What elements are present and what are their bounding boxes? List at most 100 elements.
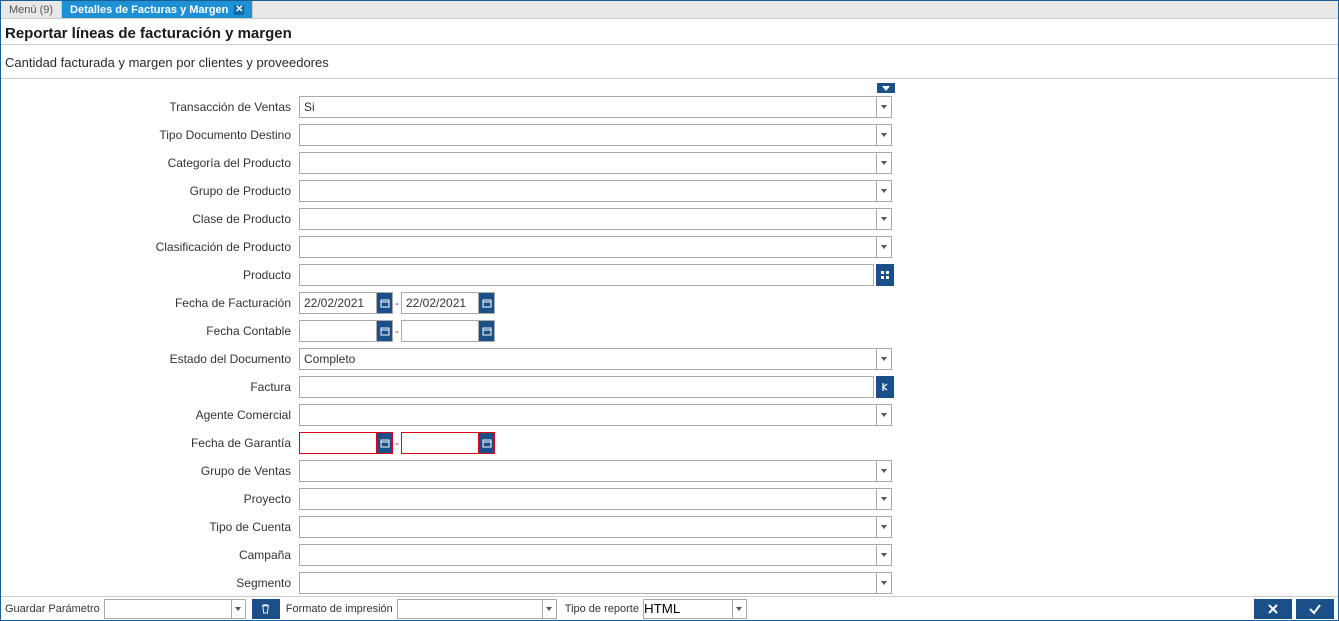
row-campana: Campaña	[1, 543, 1338, 567]
ok-button[interactable]	[1296, 599, 1334, 619]
tab-detalles-facturas[interactable]: Detalles de Facturas y Margen ✕	[62, 1, 253, 18]
label-tipo-cuenta: Tipo de Cuenta	[1, 520, 299, 534]
tipo-reporte-input[interactable]	[643, 599, 733, 619]
producto-lookup-icon[interactable]	[876, 264, 894, 286]
tab-active-label: Detalles de Facturas y Margen	[70, 4, 228, 16]
fecha-garantia-to-calendar-icon[interactable]	[479, 432, 495, 454]
row-fecha-garantia: Fecha de Garantía -	[1, 431, 1338, 455]
range-separator: -	[393, 436, 401, 450]
check-icon	[1308, 603, 1322, 615]
fecha-facturacion-from-input[interactable]	[299, 292, 377, 314]
row-clase-producto: Clase de Producto	[1, 207, 1338, 231]
tipo-cuenta-dropdown-icon[interactable]	[877, 516, 892, 538]
row-fecha-facturacion: Fecha de Facturación -	[1, 291, 1338, 315]
row-clasificacion-producto: Clasificación de Producto	[1, 235, 1338, 259]
range-separator: -	[393, 324, 401, 338]
label-campana: Campaña	[1, 548, 299, 562]
fecha-facturacion-to-calendar-icon[interactable]	[479, 292, 495, 314]
fecha-facturacion-to-input[interactable]	[401, 292, 479, 314]
row-tipo-documento-destino: Tipo Documento Destino	[1, 123, 1338, 147]
proyecto-input[interactable]	[299, 488, 877, 510]
label-agente-comercial: Agente Comercial	[1, 408, 299, 422]
range-separator: -	[393, 296, 401, 310]
segmento-dropdown-icon[interactable]	[877, 572, 892, 594]
label-guardar-parametro: Guardar Parámetro	[5, 603, 100, 615]
proyecto-dropdown-icon[interactable]	[877, 488, 892, 510]
grupo-producto-dropdown-icon[interactable]	[877, 180, 892, 202]
form-container: Transacción de Ventas Tipo Documento Des…	[1, 79, 1338, 596]
label-clasificacion-producto: Clasificación de Producto	[1, 240, 299, 254]
label-clase-producto: Clase de Producto	[1, 212, 299, 226]
estado-documento-dropdown-icon[interactable]	[877, 348, 892, 370]
fecha-garantia-from-input[interactable]	[299, 432, 377, 454]
segmento-input[interactable]	[299, 572, 877, 594]
tab-bar: Menú (9) Detalles de Facturas y Margen ✕	[1, 1, 1338, 19]
tipo-cuenta-input[interactable]	[299, 516, 877, 538]
cancel-button[interactable]	[1254, 599, 1292, 619]
row-factura: Factura	[1, 375, 1338, 399]
form-scroll[interactable]: Transacción de Ventas Tipo Documento Des…	[1, 79, 1338, 596]
formato-impresion-dropdown-icon[interactable]	[543, 599, 557, 619]
label-fecha-facturacion: Fecha de Facturación	[1, 296, 299, 310]
fecha-garantia-to-input[interactable]	[401, 432, 479, 454]
transaccion-ventas-input[interactable]	[299, 96, 877, 118]
label-formato-impresion: Formato de impresión	[286, 603, 393, 615]
fecha-facturacion-from-calendar-icon[interactable]	[377, 292, 393, 314]
guardar-parametro-input[interactable]	[104, 599, 232, 619]
agente-comercial-dropdown-icon[interactable]	[877, 404, 892, 426]
label-factura: Factura	[1, 380, 299, 394]
campana-dropdown-icon[interactable]	[877, 544, 892, 566]
label-categoria-producto: Categoría del Producto	[1, 156, 299, 170]
row-estado-documento: Estado del Documento	[1, 347, 1338, 371]
label-fecha-contable: Fecha Contable	[1, 324, 299, 338]
estado-documento-input[interactable]	[299, 348, 877, 370]
row-tipo-cuenta: Tipo de Cuenta	[1, 515, 1338, 539]
row-producto: Producto	[1, 263, 1338, 287]
categoria-producto-input[interactable]	[299, 152, 877, 174]
campana-input[interactable]	[299, 544, 877, 566]
fecha-garantia-from-calendar-icon[interactable]	[377, 432, 393, 454]
producto-input[interactable]	[299, 264, 874, 286]
tipo-documento-destino-dropdown-icon[interactable]	[877, 124, 892, 146]
label-grupo-ventas: Grupo de Ventas	[1, 464, 299, 478]
transaccion-ventas-dropdown-icon[interactable]	[877, 96, 892, 118]
row-categoria-producto: Categoría del Producto	[1, 151, 1338, 175]
row-segmento: Segmento	[1, 571, 1338, 595]
row-proyecto: Proyecto	[1, 487, 1338, 511]
prev-field-dropdown-icon[interactable]	[877, 83, 895, 93]
grupo-ventas-input[interactable]	[299, 460, 877, 482]
close-icon[interactable]: ✕	[234, 5, 244, 15]
footer-bar: Guardar Parámetro Formato de impresión T…	[1, 596, 1338, 620]
label-proyecto: Proyecto	[1, 492, 299, 506]
factura-record-icon[interactable]	[876, 376, 894, 398]
formato-impresion-input[interactable]	[397, 599, 543, 619]
row-fecha-contable: Fecha Contable -	[1, 319, 1338, 343]
clase-producto-input[interactable]	[299, 208, 877, 230]
fecha-contable-to-calendar-icon[interactable]	[479, 320, 495, 342]
clase-producto-dropdown-icon[interactable]	[877, 208, 892, 230]
label-producto: Producto	[1, 268, 299, 282]
clasificacion-producto-input[interactable]	[299, 236, 877, 258]
agente-comercial-input[interactable]	[299, 404, 877, 426]
delete-button[interactable]	[252, 599, 280, 619]
app-window: Menú (9) Detalles de Facturas y Margen ✕…	[0, 0, 1339, 621]
guardar-parametro-dropdown-icon[interactable]	[232, 599, 246, 619]
tab-menu[interactable]: Menú (9)	[1, 1, 62, 18]
clasificacion-producto-dropdown-icon[interactable]	[877, 236, 892, 258]
grupo-ventas-dropdown-icon[interactable]	[877, 460, 892, 482]
label-estado-documento: Estado del Documento	[1, 352, 299, 366]
fecha-contable-from-calendar-icon[interactable]	[377, 320, 393, 342]
page-title: Reportar líneas de facturación y margen	[1, 19, 1338, 45]
grupo-producto-input[interactable]	[299, 180, 877, 202]
categoria-producto-dropdown-icon[interactable]	[877, 152, 892, 174]
factura-input[interactable]	[299, 376, 874, 398]
row-grupo-ventas: Grupo de Ventas	[1, 459, 1338, 483]
fecha-contable-to-input[interactable]	[401, 320, 479, 342]
page-subtitle: Cantidad facturada y margen por clientes…	[1, 45, 1338, 79]
label-tipo-documento-destino: Tipo Documento Destino	[1, 128, 299, 142]
fecha-contable-from-input[interactable]	[299, 320, 377, 342]
tipo-reporte-dropdown-icon[interactable]	[733, 599, 747, 619]
row-grupo-producto: Grupo de Producto	[1, 179, 1338, 203]
row-agente-comercial: Agente Comercial	[1, 403, 1338, 427]
tipo-documento-destino-input[interactable]	[299, 124, 877, 146]
